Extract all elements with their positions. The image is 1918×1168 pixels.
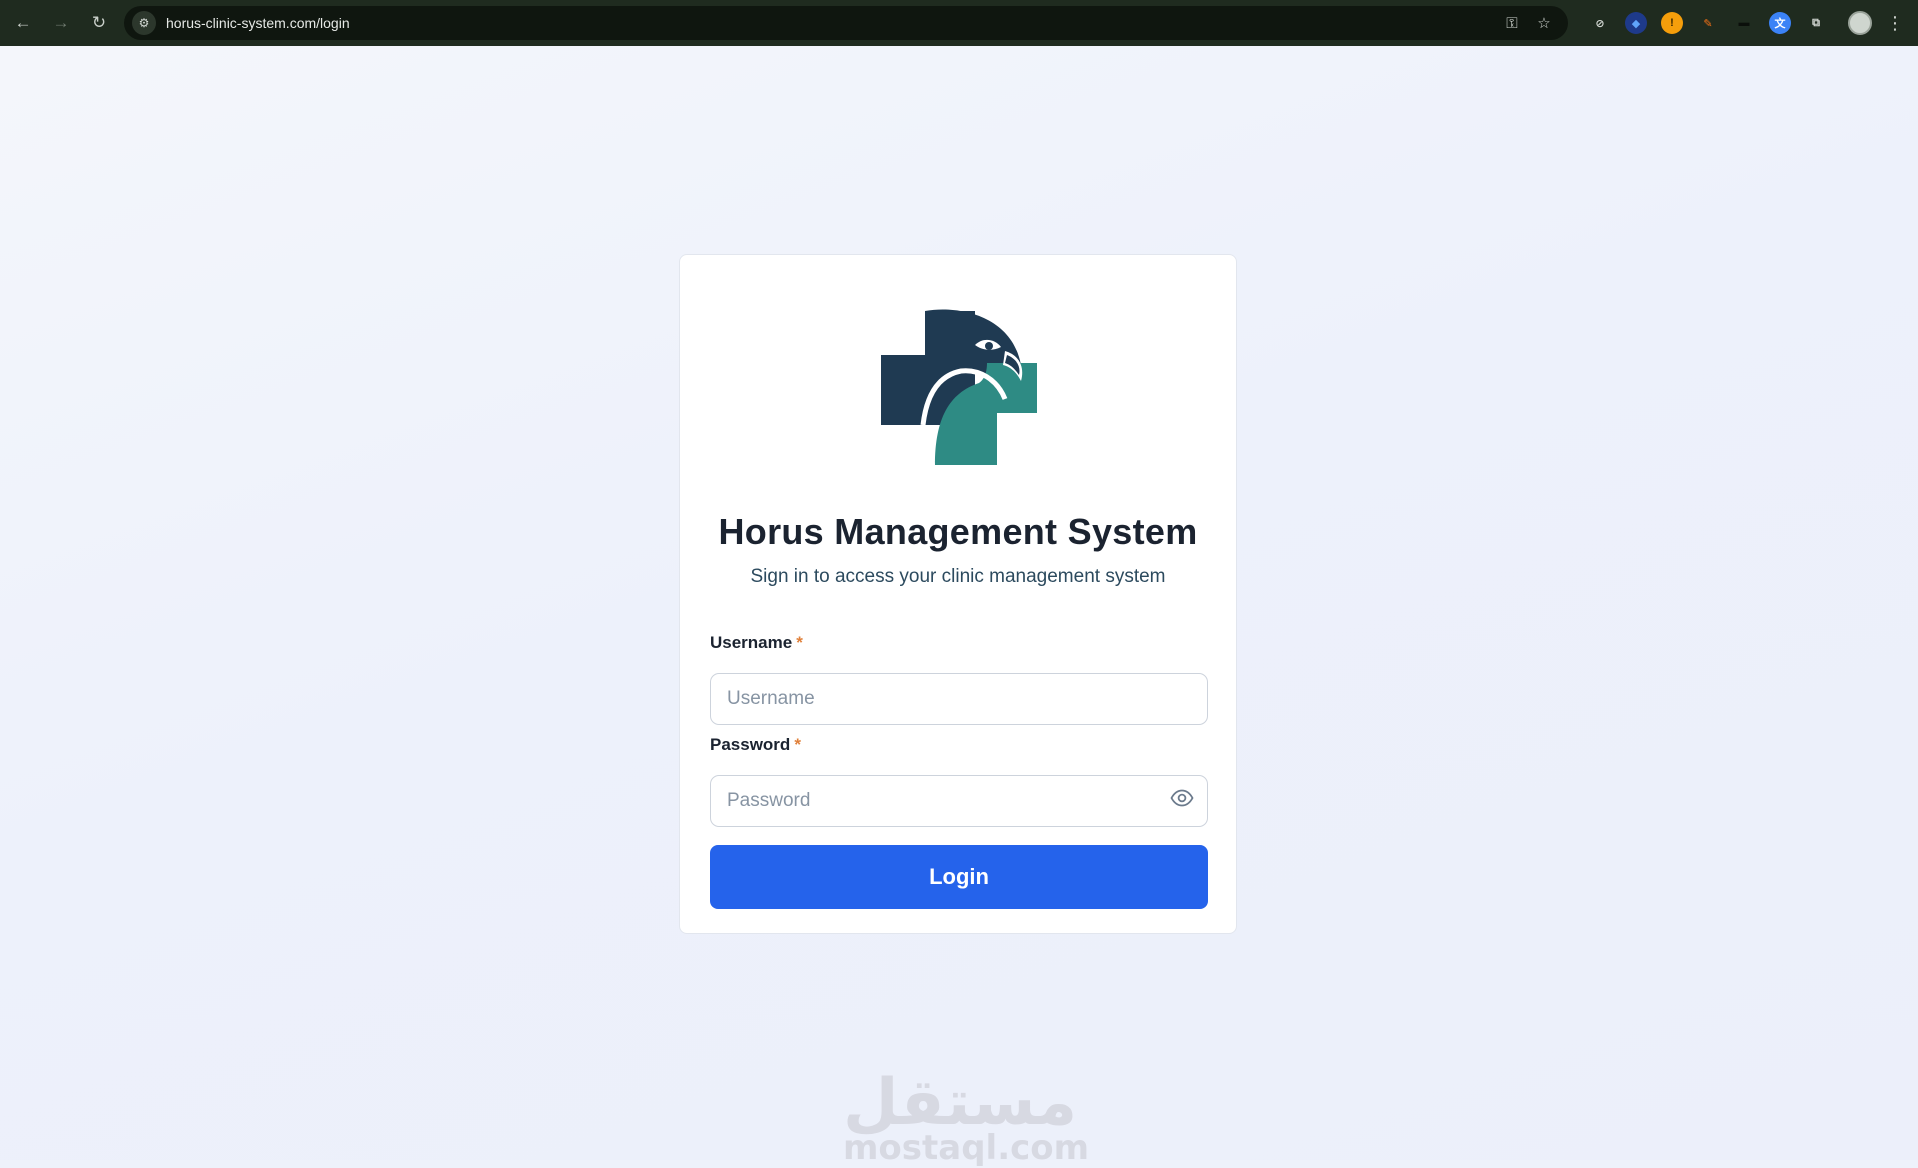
extensions-bar: ⊘ ◆! ✎ ▬ 文 ⧉: [1582, 12, 1834, 34]
back-button[interactable]: ←: [6, 6, 40, 40]
translate-icon[interactable]: 文: [1769, 12, 1791, 34]
watermark-latin-text: mostaql.com: [843, 1128, 1090, 1168]
watermark-arabic-text: مستقل: [843, 1066, 1078, 1140]
browser-menu-icon[interactable]: ⋮: [1886, 13, 1904, 34]
show-password-toggle[interactable]: [1168, 784, 1196, 812]
page-title: Horus Management System: [718, 511, 1198, 552]
url-text[interactable]: horus-clinic-system.com/login: [166, 15, 1494, 31]
horus-logo: [879, 307, 1039, 467]
forward-button[interactable]: →: [44, 6, 78, 40]
username-input[interactable]: [710, 673, 1208, 725]
password-label: Password *: [710, 735, 801, 755]
page-subtitle: Sign in to access your clinic management…: [750, 566, 1166, 587]
password-input[interactable]: [710, 775, 1208, 827]
browser-toolbar: ← → ↻ ⚙ horus-clinic-system.com/login ⚿ …: [0, 0, 1918, 46]
login-button[interactable]: Login: [710, 845, 1208, 909]
eraser-icon[interactable]: ✎: [1697, 12, 1719, 34]
site-settings-icon: ⚙: [138, 16, 150, 30]
extension-dark-icon[interactable]: ▬: [1733, 12, 1755, 34]
required-asterisk: *: [796, 633, 803, 652]
username-label-text: Username: [710, 633, 793, 652]
bookmark-star-icon[interactable]: ☆: [1530, 9, 1558, 37]
back-arrow-icon: ←: [14, 13, 32, 32]
login-card: Horus Management System Sign in to acces…: [679, 254, 1237, 934]
extension-orange-icon[interactable]: !: [1661, 12, 1683, 34]
puzzle-icon[interactable]: ⧉: [1805, 12, 1827, 34]
password-key-icon[interactable]: ⚿: [1498, 9, 1526, 37]
password-label-text: Password: [710, 735, 791, 754]
mostaql-watermark: مستقل mostaql.com: [843, 1066, 1090, 1168]
address-bar[interactable]: ⚙ horus-clinic-system.com/login ⚿ ☆: [124, 6, 1568, 40]
site-info-button[interactable]: ⚙: [132, 11, 156, 35]
reload-icon: ↻: [91, 13, 107, 32]
required-asterisk: *: [794, 735, 801, 754]
extension-blue-icon[interactable]: ◆: [1625, 12, 1647, 34]
forward-arrow-icon: →: [52, 13, 70, 32]
compass-icon[interactable]: ⊘: [1589, 12, 1611, 34]
reload-button[interactable]: ↻: [82, 6, 116, 40]
username-label: Username *: [710, 633, 803, 653]
eye-icon: [1170, 789, 1194, 807]
profile-avatar[interactable]: [1848, 11, 1872, 35]
login-page: Horus Management System Sign in to acces…: [0, 46, 1918, 1166]
falcon-cross-logo-icon: [881, 309, 1037, 465]
